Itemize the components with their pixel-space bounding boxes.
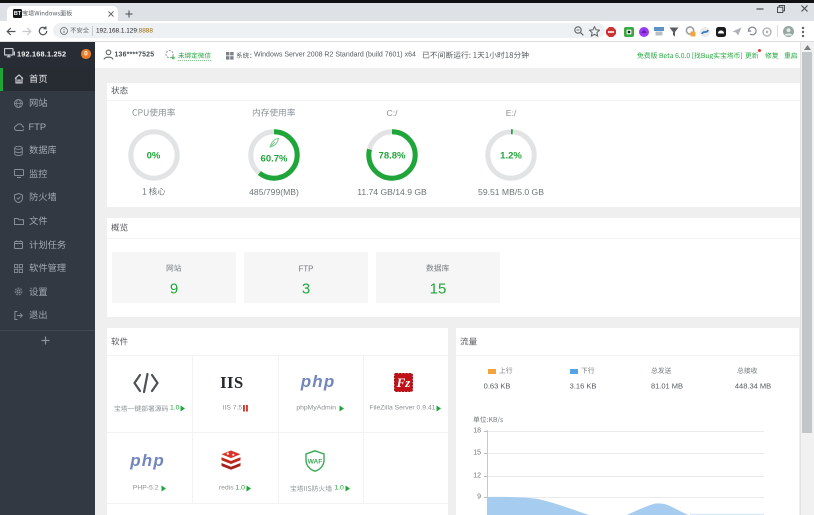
svg-text:WAF: WAF [307,459,321,466]
svg-text:Fz: Fz [396,375,412,390]
